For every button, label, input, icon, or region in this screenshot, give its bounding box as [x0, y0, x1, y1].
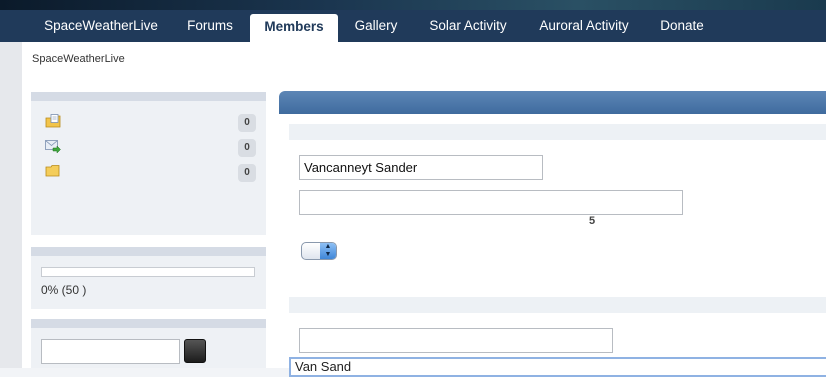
tab-spaceweatherlive[interactable]: SpaceWeatherLive — [32, 10, 170, 42]
mail-arrow-icon[interactable] — [45, 139, 61, 153]
quota-progress-bar — [41, 267, 255, 277]
folder-count-badge: 0 — [238, 164, 256, 182]
focused-text-field[interactable]: Van Sand — [289, 357, 826, 377]
count-text: 5 — [589, 215, 596, 227]
tab-members[interactable]: Members — [250, 14, 338, 42]
inbox-count-badge: 0 — [238, 114, 256, 132]
tab-gallery[interactable]: Gallery — [338, 10, 414, 42]
breadcrumb[interactable]: SpaceWeatherLive — [32, 53, 125, 65]
folder-document-icon[interactable] — [45, 114, 61, 128]
tab-donate[interactable]: Donate — [646, 10, 718, 42]
chevron-updown-icon: ▲ ▼ — [320, 243, 336, 259]
section-strip — [289, 297, 826, 313]
tab-solar-activity[interactable]: Solar Activity — [414, 10, 522, 42]
quota-panel — [31, 247, 266, 309]
quota-progress-text: 0% (50 ) — [41, 283, 87, 297]
sidebar-search-button[interactable] — [184, 339, 206, 363]
main-navigation: SpaceWeatherLive Forums Members Gallery … — [0, 10, 826, 42]
search-member-field[interactable] — [299, 328, 613, 353]
panel-header — [31, 319, 266, 328]
main-panel-header — [279, 91, 826, 114]
folders-panel: 0 0 0 — [31, 92, 266, 235]
sidebar-search-input[interactable] — [41, 339, 180, 364]
panel-header — [31, 247, 266, 256]
panel-header — [31, 92, 266, 101]
left-gutter — [0, 42, 22, 368]
section-strip — [289, 124, 826, 140]
tab-forums[interactable]: Forums — [170, 10, 250, 42]
tab-auroral-activity[interactable]: Auroral Activity — [522, 10, 646, 42]
sent-count-badge: 0 — [238, 139, 256, 157]
option-select[interactable]: ▲ ▼ — [301, 242, 337, 260]
subject-field[interactable] — [299, 190, 683, 215]
folder-icon[interactable] — [45, 164, 61, 178]
header-banner-strip — [0, 0, 826, 10]
recipient-name-field[interactable] — [299, 155, 543, 180]
